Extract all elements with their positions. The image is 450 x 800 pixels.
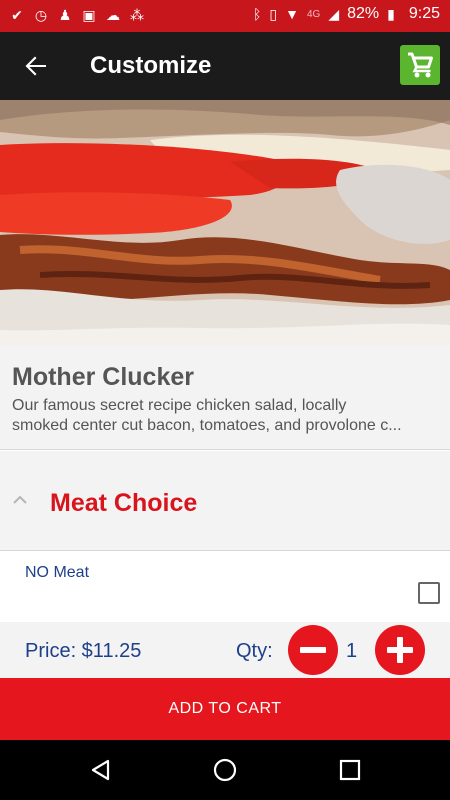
cloud-icon: ☁ — [106, 7, 120, 23]
decrease-quantity-button[interactable] — [288, 625, 338, 675]
price-label: Price: $11.25 — [25, 640, 142, 662]
section-title: Meat Choice — [50, 489, 198, 517]
option-label: NO Meat — [25, 564, 90, 581]
product-name: Mother Clucker — [12, 363, 194, 391]
app-notification-icon: ✔ — [11, 7, 23, 23]
signal-icon: ◢ — [328, 5, 340, 22]
vibrate-icon: ▯ — [269, 5, 278, 22]
back-button[interactable] — [20, 50, 52, 82]
product-image — [0, 100, 450, 345]
system-navigation-bar — [0, 740, 450, 800]
price-quantity-bar: Price: $11.25 Qty: 1 — [0, 622, 450, 678]
wifi-icon: ▼ — [285, 6, 299, 22]
quantity-value: 1 — [346, 640, 358, 662]
share-icon: ⁂ — [130, 7, 144, 23]
arrow-left-icon — [25, 56, 46, 76]
bluetooth-icon: ᛒ — [253, 6, 262, 22]
chevron-up-icon — [13, 495, 27, 504]
app-bar: Customize — [0, 32, 450, 100]
page-title: Customize — [90, 52, 212, 79]
increase-quantity-button[interactable] — [375, 625, 425, 675]
option-checkbox[interactable] — [418, 582, 440, 604]
nav-recents-icon[interactable] — [339, 759, 361, 781]
option-no-meat[interactable]: NO Meat — [0, 552, 450, 622]
figure-icon: ♟ — [58, 7, 72, 23]
meat-choice-header[interactable]: Meat Choice — [0, 451, 450, 551]
network-type: 4G — [306, 8, 321, 20]
shopping-cart-icon — [408, 52, 433, 78]
add-to-cart-button[interactable]: ADD TO CART — [0, 678, 450, 740]
clock: 9:25 — [408, 5, 440, 22]
cart-button[interactable] — [400, 45, 440, 85]
system-status: ᛒ ▯ ▼ 4G ◢ 82% ▮ 9:25 — [253, 5, 440, 23]
status-bar: ✔ ◷ ♟ ▣ ☁ ⁂ ᛒ ▯ ▼ 4G ◢ 82% ▮ 9:25 — [0, 0, 450, 32]
quantity-label: Qty: — [236, 640, 273, 662]
nav-home-icon[interactable] — [213, 758, 237, 782]
battery-percent: 82% — [347, 5, 380, 22]
product-info: Mother Clucker Our famous secret recipe … — [0, 345, 450, 450]
product-description-line-1: Our famous secret recipe chicken salad, … — [12, 397, 347, 414]
timer-icon: ◷ — [34, 7, 48, 23]
notification-icons: ✔ ◷ ♟ ▣ ☁ ⁂ — [8, 6, 146, 24]
battery-icon: ▮ — [387, 5, 395, 22]
product-description-line-2: smoked center cut bacon, tomatoes, and p… — [12, 417, 402, 434]
product-description: Our famous secret recipe chicken salad, … — [12, 396, 440, 436]
image-icon: ▣ — [82, 7, 96, 23]
nav-back-icon[interactable] — [89, 758, 111, 782]
